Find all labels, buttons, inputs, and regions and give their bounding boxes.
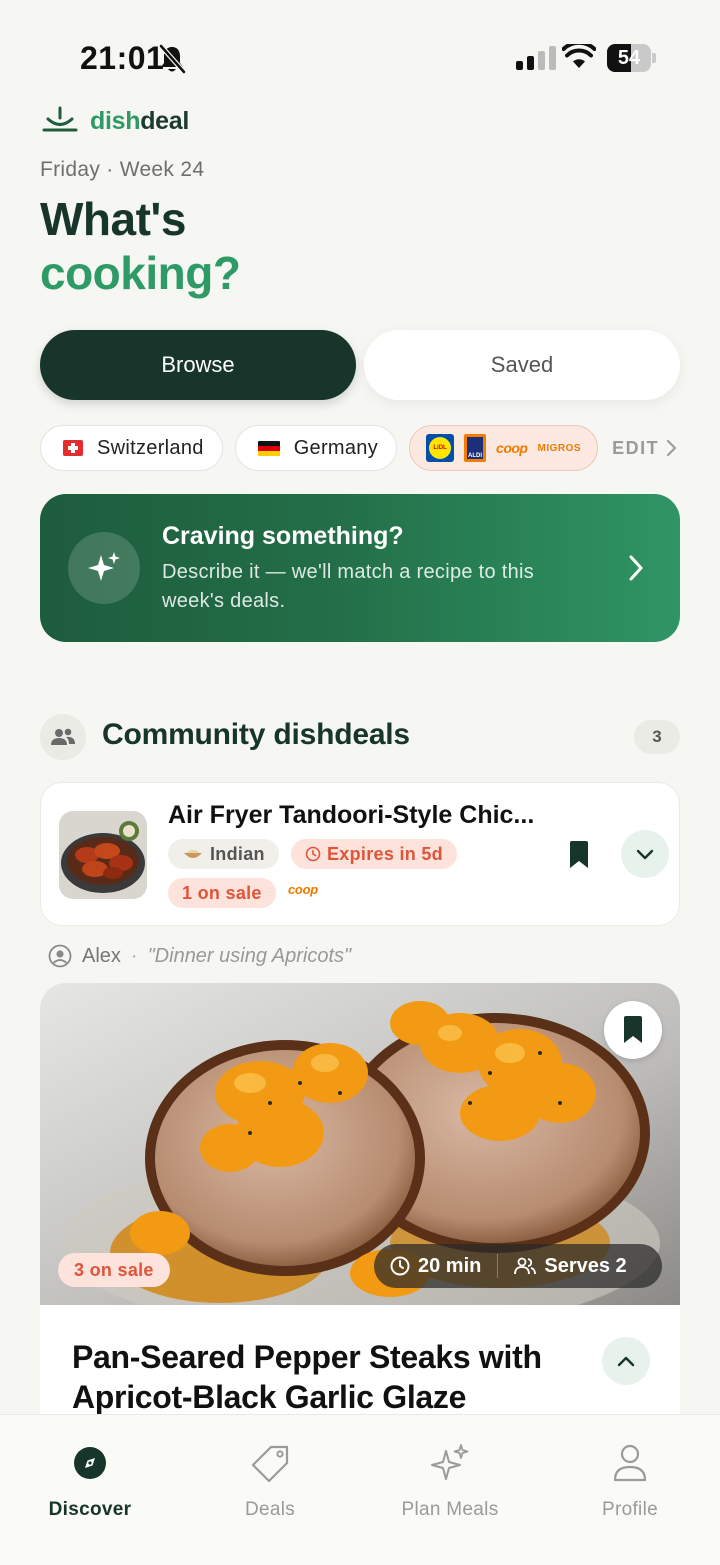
expand-button[interactable] <box>621 830 669 878</box>
coop-logo: coop <box>288 882 318 897</box>
headline-line2: cooking? <box>40 247 241 299</box>
bookmark-icon <box>624 1016 642 1043</box>
edit-label: EDIT <box>612 437 660 458</box>
german-flag-icon <box>257 440 280 456</box>
nav-label: Plan Meals <box>401 1499 499 1520</box>
chip-stores[interactable]: LiDL ALDI coop MIGROS <box>409 425 599 471</box>
bookmark-icon[interactable] <box>569 841 589 869</box>
recipe-title: Pan-Seared Pepper Steaks with Apricot-Bl… <box>72 1339 542 1415</box>
tag-icon <box>248 1441 292 1485</box>
date-line: Friday · Week 24 <box>40 158 205 181</box>
nav-label: Profile <box>602 1499 658 1520</box>
deal-title: Air Fryer Tandoori-Style Chic... <box>168 801 535 829</box>
browse-saved-toggle: Browse Saved <box>40 330 680 400</box>
chip-label: Switzerland <box>97 436 204 459</box>
craving-banner[interactable]: Craving something? Describe it — we'll m… <box>40 494 680 642</box>
chevron-right-icon <box>667 440 677 456</box>
page-title: What's cooking? <box>40 192 241 300</box>
people-icon <box>40 714 86 760</box>
nav-discover[interactable]: Discover <box>0 1415 180 1565</box>
bowl-icon <box>184 850 202 858</box>
bottom-nav: Discover Deals Plan Meals Profile <box>0 1414 720 1565</box>
status-time: 21:01 <box>80 40 165 76</box>
tab-saved[interactable]: Saved <box>364 330 680 400</box>
recipe-meta-pill: 20 min Serves 2 <box>374 1244 662 1288</box>
featured-recipe-image[interactable]: 3 on sale 20 min Serves 2 <box>40 983 680 1305</box>
user-avatar-icon <box>48 944 72 968</box>
nav-label: Discover <box>48 1499 132 1520</box>
cook-time: 20 min <box>418 1254 482 1277</box>
wifi-icon <box>562 44 596 68</box>
compass-icon <box>68 1441 112 1485</box>
section-title-community: Community dishdeals <box>102 718 410 751</box>
chevron-up-icon <box>617 1356 635 1366</box>
cellular-signal-icon <box>516 46 556 70</box>
cuisine-tag: Indian <box>168 839 279 869</box>
chevron-right-icon <box>629 555 643 581</box>
chip-germany[interactable]: Germany <box>234 425 398 471</box>
community-count-badge: 3 <box>634 720 680 754</box>
deal-thumbnail <box>59 811 147 899</box>
coop-logo: coop <box>496 440 528 456</box>
recipe-author: Alex · "Dinner using Apricots" <box>48 944 351 968</box>
swiss-flag-icon <box>63 440 83 456</box>
craving-description: Describe it — we'll match a recipe to th… <box>162 561 535 612</box>
edit-filters-button[interactable]: EDIT <box>612 437 677 459</box>
aldi-logo: ALDI <box>464 434 487 462</box>
on-sale-badge: 3 on sale <box>58 1253 170 1287</box>
logo-text-deal: deal <box>140 106 190 135</box>
sparkles-icon <box>428 1441 472 1485</box>
nav-plan-meals[interactable]: Plan Meals <box>360 1415 540 1565</box>
expires-tag: Expires in 5d <box>291 839 457 869</box>
dish-logo-icon <box>42 106 78 132</box>
author-request: "Dinner using Apricots" <box>147 944 352 967</box>
nav-profile[interactable]: Profile <box>540 1415 720 1565</box>
people-icon <box>514 1257 537 1275</box>
community-deal-card[interactable]: Air Fryer Tandoori-Style Chic... Indian … <box>40 782 680 926</box>
collapse-button[interactable] <box>602 1337 650 1385</box>
battery-icon: 54 <box>607 44 656 72</box>
nav-label: Deals <box>244 1499 296 1520</box>
headline-line1: What's <box>40 193 186 245</box>
featured-recipe-body: Pan-Seared Pepper Steaks with Apricot-Bl… <box>40 1305 680 1415</box>
app-logo: dishdeal <box>42 106 189 136</box>
nav-deals[interactable]: Deals <box>180 1415 360 1565</box>
migros-logo: MIGROS <box>537 442 582 454</box>
on-sale-tag: 1 on sale <box>168 878 276 908</box>
author-name: Alex <box>82 944 121 967</box>
tab-browse[interactable]: Browse <box>40 330 356 400</box>
battery-percent: 54 <box>617 47 641 69</box>
clock-icon <box>305 846 321 862</box>
person-icon <box>608 1441 652 1485</box>
servings: Serves 2 <box>544 1254 627 1277</box>
chip-switzerland[interactable]: Switzerland <box>40 425 223 471</box>
filter-chips: Switzerland Germany LiDL ALDI coop MIGRO… <box>40 424 677 472</box>
chip-label: Germany <box>293 436 379 459</box>
bell-muted-icon <box>159 44 186 74</box>
chevron-down-icon <box>636 849 654 859</box>
logo-text-dish: dish <box>90 106 141 135</box>
bookmark-button[interactable] <box>604 1001 662 1059</box>
craving-title: Craving something? <box>162 522 404 550</box>
clock-icon <box>390 1256 410 1276</box>
sparkle-icon <box>68 532 140 604</box>
status-bar: 21:01 54 <box>0 0 720 110</box>
lidl-logo: LiDL <box>426 434 455 462</box>
